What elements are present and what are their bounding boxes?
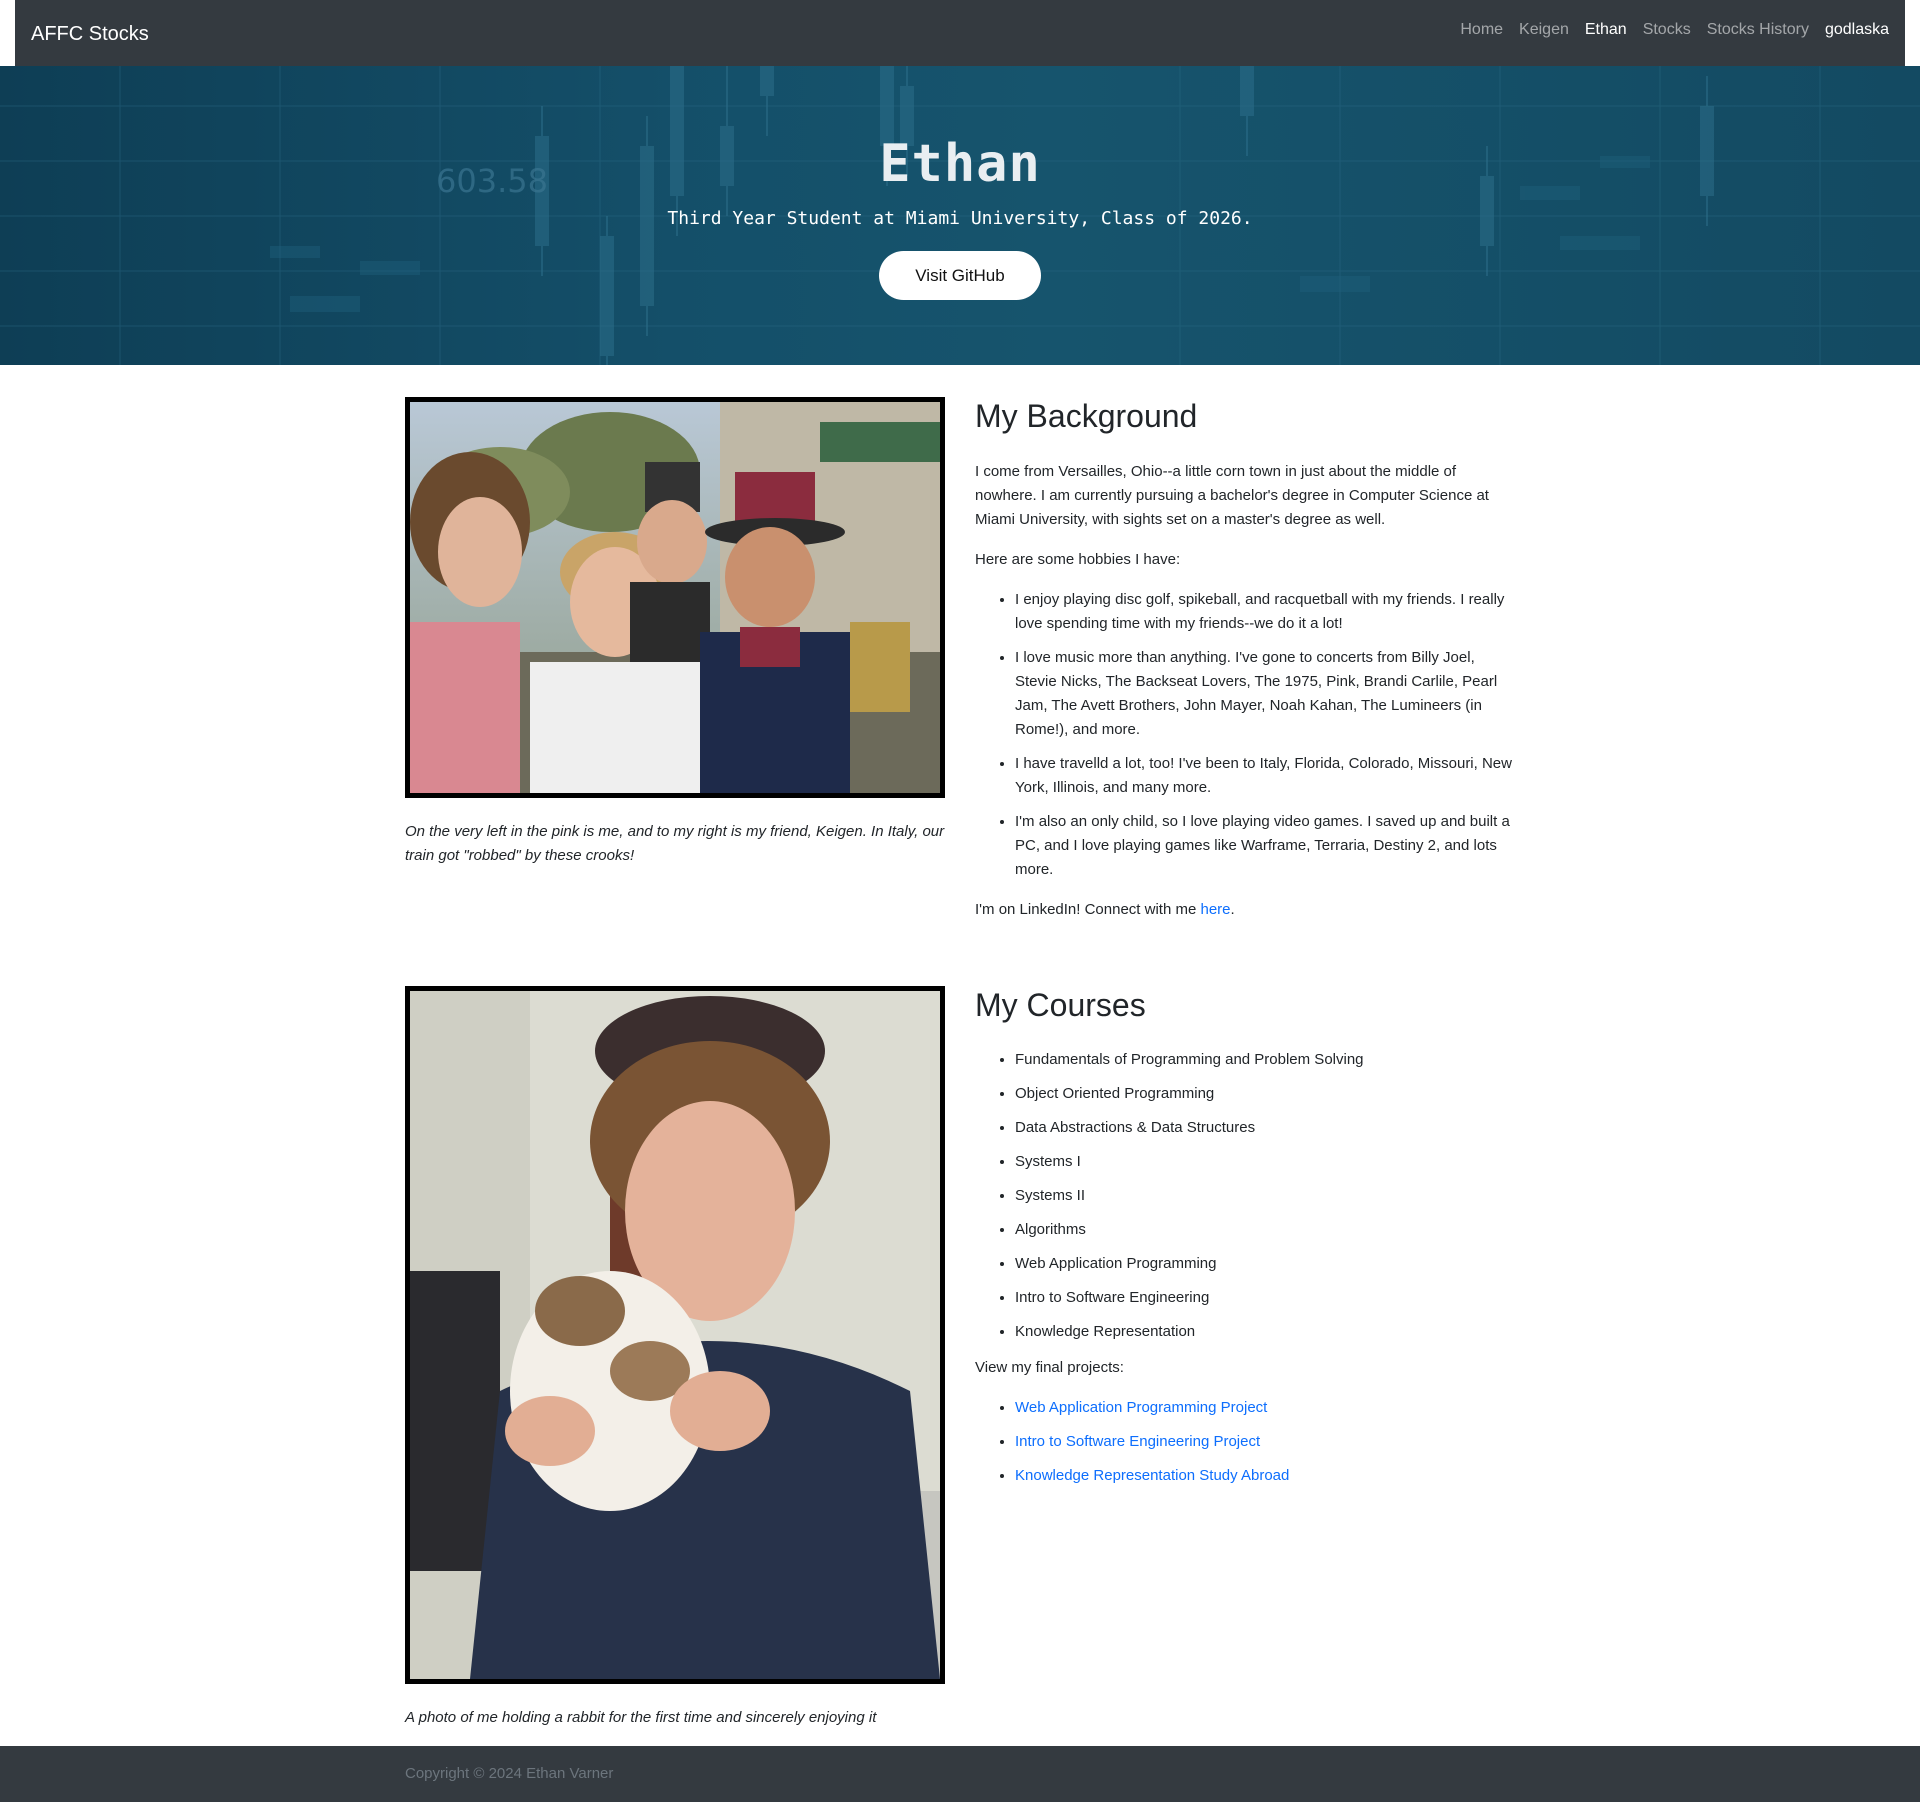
course-item: Systems II <box>1015 1184 1515 1208</box>
course-item: Knowledge Representation <box>1015 1320 1515 1344</box>
projects-list: Web Application Programming Project Intr… <box>975 1396 1515 1488</box>
italy-photo <box>405 397 945 798</box>
brand-link[interactable]: AFFC Stocks <box>31 24 149 44</box>
course-item: Object Oriented Programming <box>1015 1082 1515 1106</box>
project-item: Knowledge Representation Study Abroad <box>1015 1464 1515 1488</box>
linkedin-line: I'm on LinkedIn! Connect with me here. <box>975 898 1515 922</box>
italy-photo-caption: On the very left in the pink is me, and … <box>405 823 945 864</box>
nav-link-keigen[interactable]: Keigen <box>1519 21 1569 39</box>
visit-github-button[interactable]: Visit GitHub <box>879 251 1041 300</box>
footer-copyright: Copyright © 2024 Ethan Varner <box>405 1765 614 1782</box>
course-item: Algorithms <box>1015 1218 1515 1242</box>
hero-content: Ethan Third Year Student at Miami Univer… <box>0 66 1920 365</box>
footer: Copyright © 2024 Ethan Varner <box>0 1746 1920 1802</box>
hobby-item: I enjoy playing disc golf, spikeball, an… <box>1015 588 1515 636</box>
nav-link-stocks-history[interactable]: Stocks History <box>1707 21 1809 39</box>
background-text: I come from Versailles, Ohio--a little c… <box>975 460 1515 938</box>
course-item: Data Abstractions & Data Structures <box>1015 1116 1515 1140</box>
nav-link-home[interactable]: Home <box>1460 21 1503 39</box>
rabbit-photo-image <box>410 991 940 1679</box>
hobby-item: I have travelld a lot, too! I've been to… <box>1015 752 1515 800</box>
linkedin-prefix: I'm on LinkedIn! Connect with me <box>975 901 1201 918</box>
hero-subtitle: Third Year Student at Miami University, … <box>667 208 1253 229</box>
linkedin-link[interactable]: here <box>1200 901 1230 918</box>
project-item: Web Application Programming Project <box>1015 1396 1515 1420</box>
project-link-web-app[interactable]: Web Application Programming Project <box>1015 1399 1267 1416</box>
rabbit-photo-caption: A photo of me holding a rabbit for the f… <box>405 1709 877 1726</box>
courses-text: Fundamentals of Programming and Problem … <box>975 1048 1515 1504</box>
projects-lead: View my final projects: <box>975 1359 1124 1376</box>
linkedin-suffix: . <box>1230 901 1235 918</box>
hero-title: Ethan <box>879 134 1041 194</box>
hobbies-list: I enjoy playing disc golf, spikeball, an… <box>975 588 1515 882</box>
nav-link-stocks[interactable]: Stocks <box>1643 21 1691 39</box>
nav-link-ethan[interactable]: Ethan <box>1585 21 1627 39</box>
project-link-software-eng[interactable]: Intro to Software Engineering Project <box>1015 1433 1260 1450</box>
hobbies-lead: Here are some hobbies I have: <box>975 551 1181 568</box>
nav-links: Home Keigen Ethan Stocks Stocks History … <box>1460 21 1889 39</box>
hero-banner: 603.58 Ethan Third Year Student at Miami… <box>0 66 1920 365</box>
project-item: Intro to Software Engineering Project <box>1015 1430 1515 1454</box>
navbar: AFFC Stocks Home Keigen Ethan Stocks Sto… <box>15 0 1905 66</box>
italy-photo-image <box>410 402 940 793</box>
hobby-item: I'm also an only child, so I love playin… <box>1015 810 1515 882</box>
course-item: Systems I <box>1015 1150 1515 1174</box>
course-item: Web Application Programming <box>1015 1252 1515 1276</box>
background-intro: I come from Versailles, Ohio--a little c… <box>975 463 1489 528</box>
course-item: Fundamentals of Programming and Problem … <box>1015 1048 1515 1072</box>
rabbit-photo <box>405 986 945 1684</box>
nav-user-name[interactable]: godlaska <box>1825 21 1889 39</box>
courses-list: Fundamentals of Programming and Problem … <box>975 1048 1515 1344</box>
courses-heading: My Courses <box>975 987 1146 1023</box>
background-heading: My Background <box>975 398 1198 434</box>
hobby-item: I love music more than anything. I've go… <box>1015 646 1515 742</box>
course-item: Intro to Software Engineering <box>1015 1286 1515 1310</box>
project-link-knowledge-rep[interactable]: Knowledge Representation Study Abroad <box>1015 1467 1289 1484</box>
